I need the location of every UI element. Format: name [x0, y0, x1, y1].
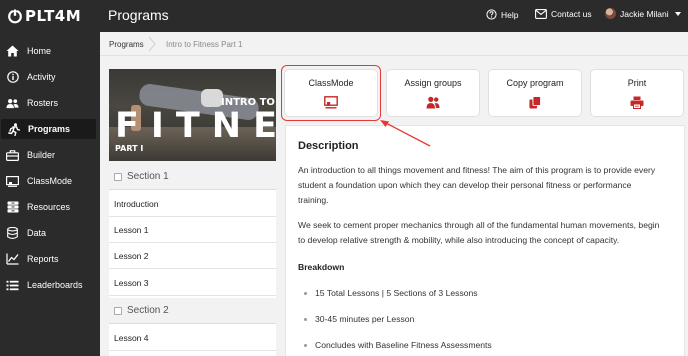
toolbox-icon: [6, 149, 19, 162]
top-bar: PLT4M Programs Help Contact us Jackie Mi…: [0, 0, 688, 32]
list-item[interactable]: Introduction: [109, 191, 276, 217]
sidebar-item-label: Reports: [27, 254, 59, 264]
print-button[interactable]: Print: [590, 69, 684, 117]
sidebar: Home Activity Rosters Programs Builder C…: [0, 32, 100, 356]
sidebar-item-label: Data: [27, 228, 47, 238]
sidebar-item-label: ClassMode: [27, 176, 73, 186]
sidebar-item-home[interactable]: Home: [0, 41, 100, 61]
list-item[interactable]: Lesson 4: [109, 325, 276, 351]
sidebar-item-resources[interactable]: Resources: [0, 197, 100, 217]
lesson-list: Section 1 Introduction Lesson 1 Lesson 2…: [109, 164, 276, 356]
assign-groups-button[interactable]: Assign groups: [386, 69, 480, 117]
breadcrumb: Programs Intro to Fitness Part 1: [100, 32, 688, 56]
description-title: Description: [298, 140, 359, 152]
sidebar-item-programs[interactable]: Programs: [1, 119, 96, 139]
home-icon: [6, 45, 19, 58]
card-label: Copy program: [506, 78, 564, 88]
archive-icon: [6, 201, 19, 214]
info-icon: [6, 71, 19, 84]
sidebar-item-label: Builder: [27, 150, 56, 160]
description-panel: Description An introduction to all thing…: [285, 125, 685, 356]
sidebar-item-label: Leaderboards: [27, 280, 83, 290]
list-item[interactable]: Lesson 3: [109, 270, 276, 296]
breakdown-title: Breakdown: [298, 262, 345, 272]
sidebar-item-rosters[interactable]: Rosters: [0, 93, 100, 113]
bullet-icon: [304, 291, 307, 295]
plt4m-logo[interactable]: PLT4M: [7, 6, 81, 26]
card-label: Assign groups: [404, 78, 462, 88]
section-header[interactable]: Section 2: [109, 298, 276, 324]
users-icon: [426, 96, 440, 109]
sidebar-item-label: Resources: [27, 202, 71, 212]
list-item: 15 Total Lessons | 5 Sections of 3 Lesso…: [304, 288, 478, 298]
chalkboard-icon: [324, 96, 338, 109]
chart-icon: [6, 253, 19, 266]
avatar: [605, 8, 616, 19]
database-icon: [6, 227, 19, 240]
section-checkbox[interactable]: [114, 172, 122, 181]
contact-label: Contact us: [551, 9, 592, 19]
app-title: Programs: [108, 7, 169, 23]
sidebar-item-label: Activity: [27, 72, 56, 82]
breadcrumb-current: Intro to Fitness Part 1: [166, 40, 243, 49]
chalkboard-icon: [6, 175, 19, 188]
bullet-text: Concludes with Baseline Fitness Assessme…: [315, 340, 492, 350]
runner-icon: [7, 122, 20, 136]
list-icon: [6, 279, 19, 292]
section-label: Section 1: [127, 171, 169, 182]
chevron-right-icon: [148, 36, 156, 52]
sidebar-item-leaderboards[interactable]: Leaderboards: [0, 275, 100, 295]
section-checkbox[interactable]: [114, 306, 122, 315]
description-line: to develop relative strength & mobility,…: [298, 235, 620, 245]
help-label: Help: [501, 9, 519, 20]
user-name: Jackie Milani: [620, 8, 669, 19]
contact-link[interactable]: Contact us: [535, 9, 592, 19]
classmode-button[interactable]: ClassMode: [284, 69, 378, 117]
description-line: student a foundation upon which they can…: [298, 180, 632, 190]
sidebar-item-data[interactable]: Data: [0, 223, 100, 243]
description-line: An introduction to all things movement a…: [298, 165, 656, 175]
program-cover-image: INTRO TO FITNESS PART I: [109, 69, 276, 161]
bullet-icon: [304, 317, 307, 321]
chevron-down-icon: [674, 11, 681, 16]
power-logo-icon: [8, 8, 22, 24]
sidebar-item-label: Home: [27, 46, 52, 56]
sidebar-item-activity[interactable]: Activity: [0, 67, 100, 87]
section-header[interactable]: Section 1: [109, 164, 276, 190]
user-menu[interactable]: Jackie Milani: [605, 8, 681, 19]
breadcrumb-programs[interactable]: Programs: [109, 40, 144, 49]
card-label: Print: [627, 78, 647, 88]
help-link[interactable]: Help: [486, 9, 518, 20]
list-item: 30-45 minutes per Lesson: [304, 314, 414, 324]
sidebar-item-label: Rosters: [27, 98, 59, 108]
copy-icon: [529, 96, 542, 109]
help-icon: [486, 9, 497, 20]
list-item[interactable]: Lesson 1: [109, 217, 276, 243]
printer-icon: [630, 96, 644, 109]
envelope-icon: [535, 9, 547, 19]
cover-big-text: FITNESS: [115, 106, 276, 146]
list-item[interactable]: Lesson 2: [109, 243, 276, 269]
bullet-text: 15 Total Lessons | 5 Sections of 3 Lesso…: [315, 288, 478, 298]
bullet-text: 30-45 minutes per Lesson: [315, 314, 415, 324]
sidebar-item-builder[interactable]: Builder: [0, 145, 100, 165]
cover-part-text: PART I: [115, 144, 144, 153]
card-label: ClassMode: [308, 78, 354, 88]
users-icon: [6, 97, 19, 110]
copy-program-button[interactable]: Copy program: [488, 69, 582, 117]
bullet-icon: [304, 343, 307, 347]
description-line: training.: [298, 195, 329, 205]
sidebar-item-reports[interactable]: Reports: [0, 249, 100, 269]
section-label: Section 2: [127, 305, 169, 316]
logo-text: PLT4M: [25, 7, 82, 25]
sidebar-item-label: Programs: [28, 124, 71, 134]
sidebar-item-classmode[interactable]: ClassMode: [0, 171, 100, 191]
list-item: Concludes with Baseline Fitness Assessme…: [304, 340, 492, 350]
description-line: We seek to cement proper mechanics throu…: [298, 220, 660, 230]
